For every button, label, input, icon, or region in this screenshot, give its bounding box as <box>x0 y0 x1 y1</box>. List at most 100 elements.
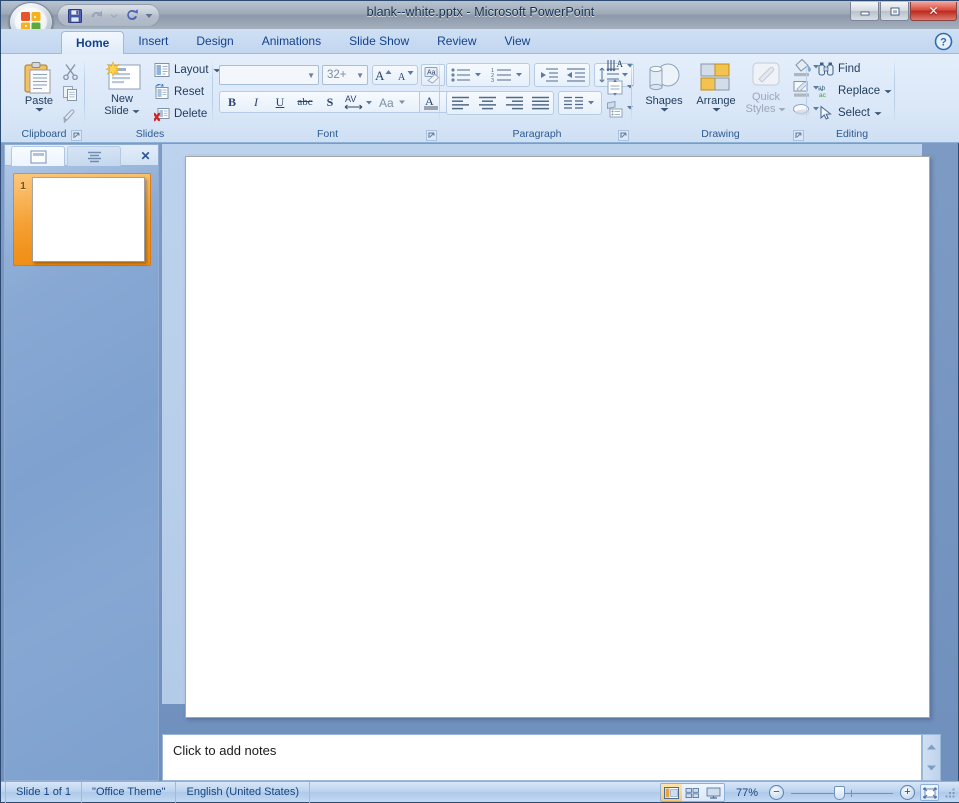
copy-icon <box>62 85 79 102</box>
justify-button[interactable] <box>528 92 553 114</box>
change-case-button[interactable]: Aa <box>376 92 408 112</box>
align-left-button[interactable] <box>447 92 474 114</box>
close-icon: ✕ <box>928 5 938 17</box>
paragraph-dialog-launcher[interactable] <box>618 130 629 141</box>
undo-dropdown-button[interactable] <box>108 6 120 25</box>
view-slide-show-button[interactable] <box>703 784 724 801</box>
reset-button[interactable]: Reset <box>151 83 207 101</box>
close-pane-button[interactable]: ✕ <box>138 148 153 163</box>
slide-canvas[interactable] <box>185 156 930 718</box>
status-language[interactable]: English (United States) <box>176 782 310 803</box>
notes-scrollbar <box>922 144 941 781</box>
group-separator <box>894 59 895 124</box>
shapes-button[interactable]: Shapes <box>638 59 690 112</box>
change-case-icon: Aa <box>378 94 407 111</box>
tab-slides-thumbnail[interactable] <box>11 146 65 166</box>
strikethrough-button[interactable]: abc <box>292 92 318 112</box>
tab-outline[interactable] <box>67 146 121 166</box>
bullets-button[interactable] <box>447 64 487 86</box>
tab-slide-show[interactable]: Slide Show <box>335 29 423 54</box>
view-slide-sorter-button[interactable] <box>682 784 703 801</box>
numbering-button[interactable]: 123 <box>488 64 529 86</box>
quick-access-toolbar <box>57 4 160 27</box>
resize-grip-icon[interactable] <box>944 787 956 799</box>
svg-text:AV: AV <box>345 94 356 104</box>
align-center-button[interactable] <box>474 92 501 114</box>
delete-slide-button[interactable]: Delete <box>151 105 210 123</box>
drawing-dialog-launcher[interactable] <box>793 130 804 141</box>
align-right-icon <box>505 95 525 111</box>
font-name-combo[interactable]: ▼ <box>219 65 319 85</box>
ribbon-tab-bar: Home Insert Design Animations Slide Show… <box>1 29 959 54</box>
svg-text:?: ? <box>940 36 947 48</box>
notes-scroll-up-button[interactable] <box>923 737 940 757</box>
decrease-indent-button[interactable] <box>535 64 562 86</box>
zoom-in-button[interactable]: + <box>900 785 915 800</box>
columns-icon <box>563 95 597 112</box>
arrange-button[interactable]: Arrange <box>690 59 742 112</box>
increase-indent-button[interactable] <box>562 64 589 86</box>
group-separator <box>84 59 85 124</box>
minimize-button[interactable] <box>850 2 879 21</box>
tab-insert[interactable]: Insert <box>124 29 182 54</box>
tab-design[interactable]: Design <box>182 29 247 54</box>
maximize-button[interactable] <box>880 2 909 21</box>
replace-button[interactable]: ab ac Replace <box>815 82 895 100</box>
chevron-down-icon <box>712 107 721 112</box>
notes-pane[interactable]: Click to add notes <box>162 734 922 781</box>
format-painter-button[interactable] <box>59 105 81 125</box>
help-button[interactable]: ? <box>934 32 953 51</box>
zoom-in-icon: + <box>904 787 910 798</box>
normal-view-icon <box>664 787 679 799</box>
status-theme[interactable]: "Office Theme" <box>82 782 176 803</box>
tab-home[interactable]: Home <box>61 31 124 55</box>
tab-view[interactable]: View <box>491 29 545 54</box>
text-shadow-button[interactable]: S <box>318 92 342 112</box>
customize-qat-button[interactable] <box>143 6 155 25</box>
fit-slide-icon <box>923 787 937 799</box>
justify-icon <box>531 95 551 111</box>
zoom-slider-thumb[interactable] <box>834 786 845 800</box>
underline-button[interactable]: U <box>268 92 292 112</box>
undo-button[interactable] <box>86 6 107 25</box>
redo-button[interactable] <box>121 6 142 25</box>
text-direction-icon: A <box>606 58 634 76</box>
shrink-font-button[interactable]: A <box>395 66 417 84</box>
slide-show-icon <box>706 787 721 799</box>
copy-button[interactable] <box>59 83 81 103</box>
notes-scroll-down-button[interactable] <box>923 758 940 778</box>
find-button[interactable]: Find <box>815 60 863 78</box>
zoom-percentage[interactable]: 77% <box>730 787 764 799</box>
delete-label: Delete <box>174 108 207 120</box>
clipboard-dialog-launcher[interactable] <box>71 130 82 141</box>
slides-group-label: Slides <box>87 127 213 141</box>
font-size-combo[interactable]: 32+ ▼ <box>322 65 368 85</box>
quick-styles-button[interactable]: Quick Styles <box>740 59 792 115</box>
zoom-slider[interactable] <box>789 785 895 801</box>
italic-button[interactable]: I <box>244 92 268 112</box>
tab-animations[interactable]: Animations <box>248 29 335 54</box>
select-button[interactable]: Select <box>815 104 885 122</box>
status-slide-count[interactable]: Slide 1 of 1 <box>5 782 82 803</box>
bold-button[interactable]: B <box>220 92 244 112</box>
align-right-button[interactable] <box>501 92 528 114</box>
slide-thumbnail-1[interactable]: 1 <box>13 173 151 266</box>
tab-review[interactable]: Review <box>423 29 490 54</box>
grow-font-icon: A <box>374 67 394 83</box>
close-button[interactable]: ✕ <box>910 2 957 21</box>
font-dialog-launcher[interactable] <box>426 130 437 141</box>
zoom-out-button[interactable]: − <box>769 785 784 800</box>
character-spacing-button[interactable]: AV <box>342 92 376 112</box>
view-normal-button[interactable] <box>661 784 682 801</box>
numbering-icon: 123 <box>491 66 526 84</box>
arrange-icon <box>697 61 735 95</box>
save-button[interactable] <box>64 6 85 25</box>
new-slide-button[interactable]: New Slide <box>93 59 151 117</box>
grow-font-button[interactable]: A <box>373 66 395 84</box>
columns-button[interactable] <box>559 92 601 114</box>
paste-label: Paste <box>25 95 53 107</box>
ribbon-group-slides: New Slide <box>87 55 213 142</box>
cut-button[interactable] <box>59 61 81 81</box>
notes-scroll-track[interactable] <box>922 734 941 781</box>
fit-to-window-button[interactable] <box>920 784 939 801</box>
